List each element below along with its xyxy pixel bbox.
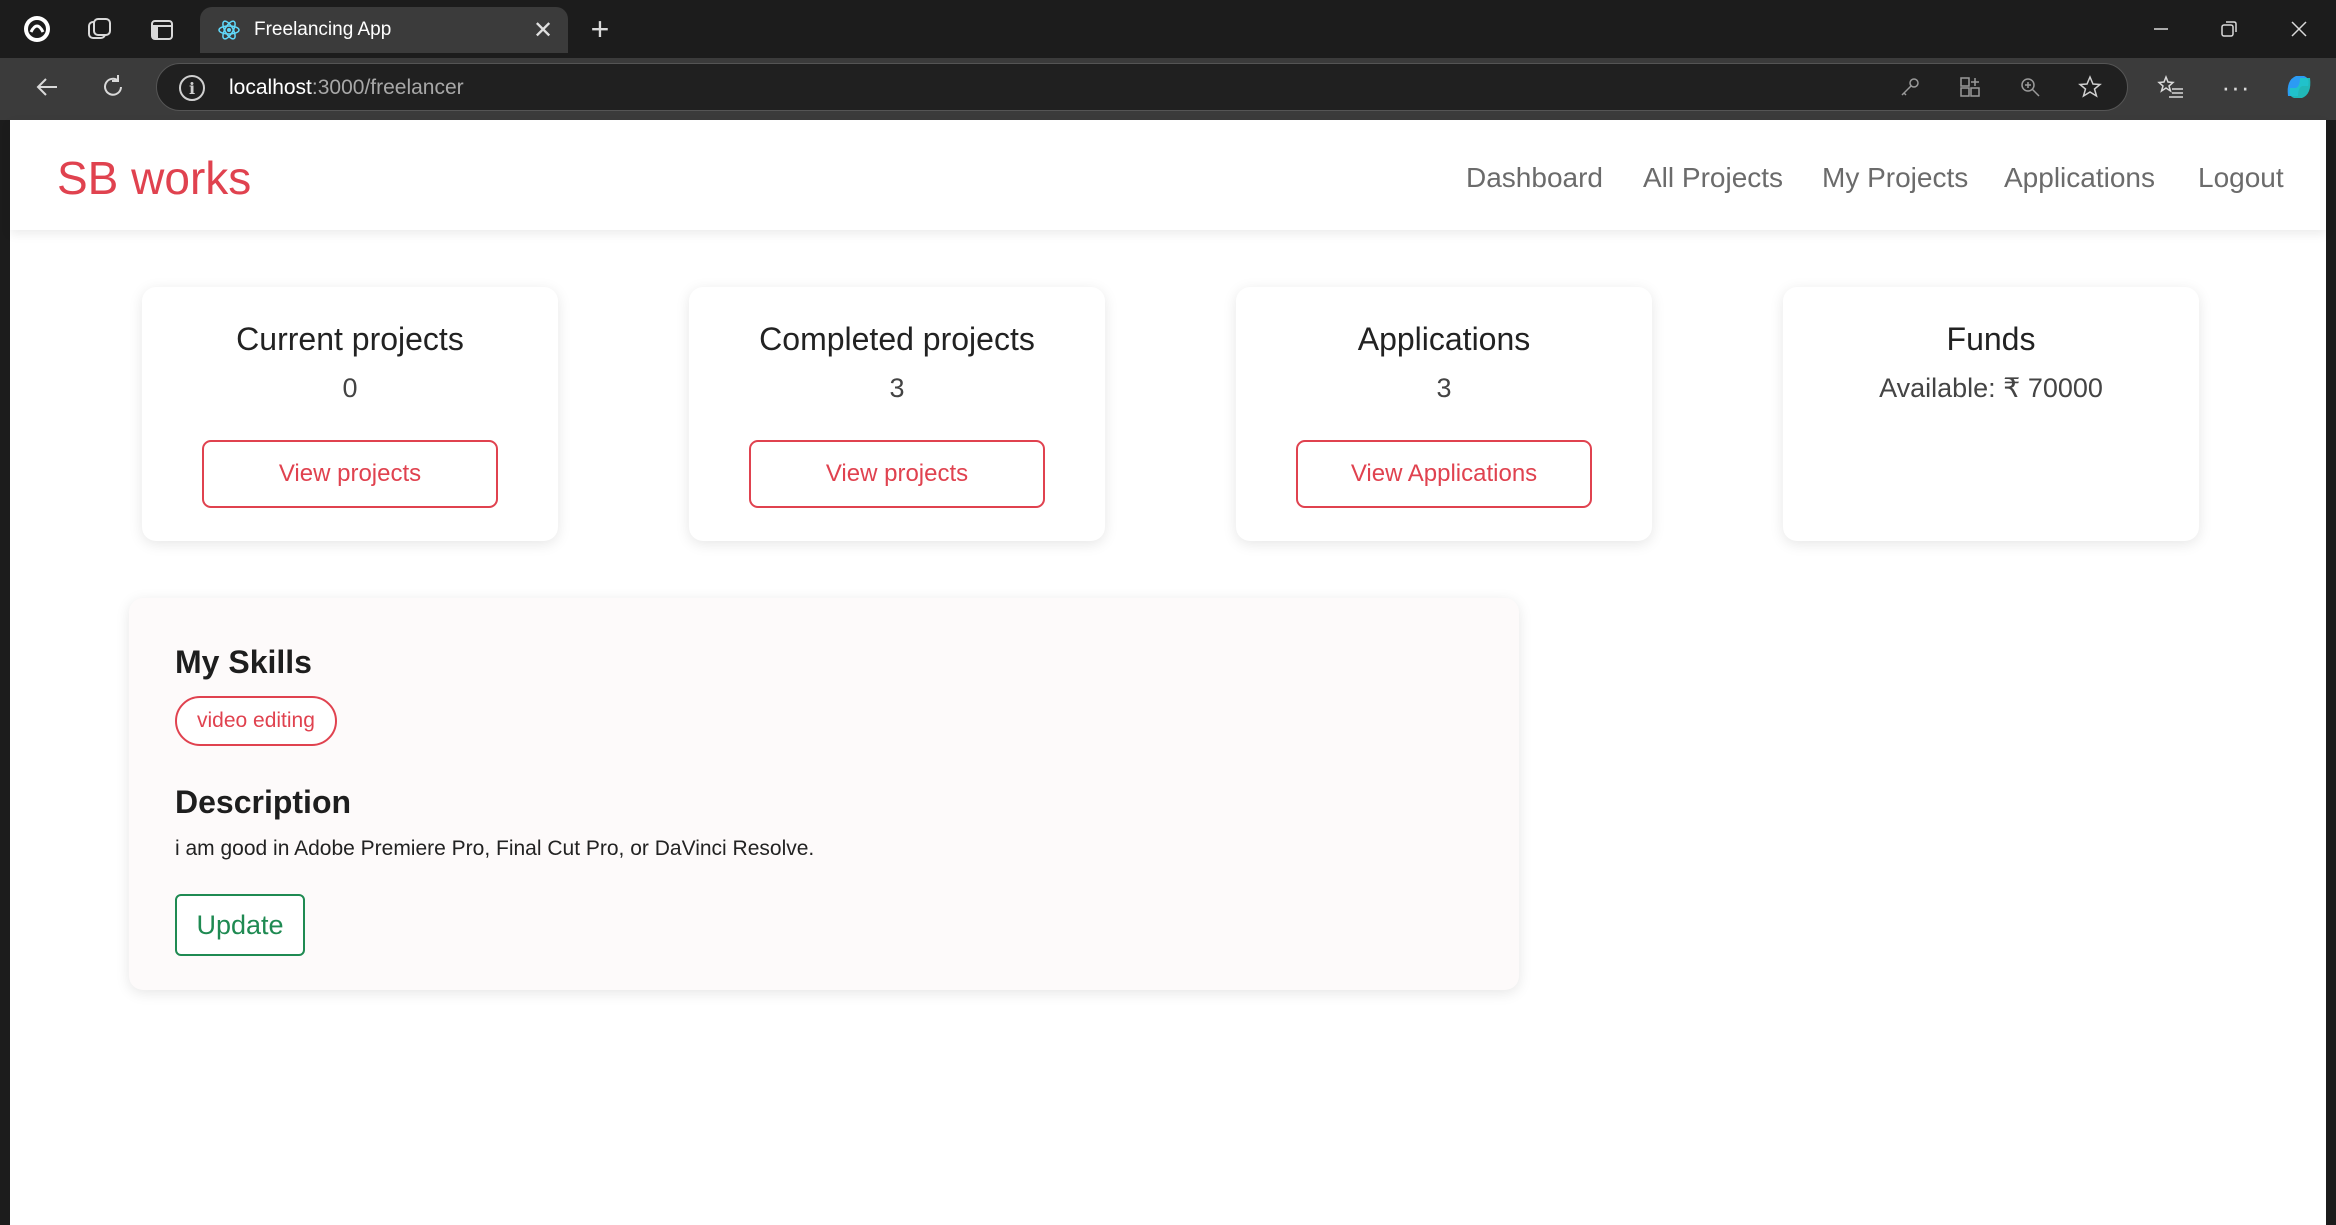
card-value: 0 — [342, 373, 358, 403]
favorites-list-icon[interactable] — [2154, 70, 2188, 104]
view-applications-button[interactable]: View Applications — [1296, 440, 1592, 508]
navbar: SB works Dashboard All Projects My Proje… — [10, 120, 2326, 230]
nav-all-projects[interactable]: All Projects — [1643, 160, 1783, 196]
sidebar-icon[interactable] — [145, 13, 179, 47]
window-border-right — [2326, 120, 2336, 1225]
nav-dashboard[interactable]: Dashboard — [1466, 160, 1603, 196]
funds-available: Available: ₹ 70000 — [1879, 373, 2103, 403]
react-icon — [216, 17, 242, 43]
refresh-icon[interactable] — [96, 70, 130, 104]
update-button[interactable]: Update — [175, 894, 305, 956]
nav-my-projects[interactable]: My Projects — [1822, 160, 1968, 196]
browser-chrome: Freelancing App ✕ + i localhost:3000/fre… — [0, 0, 2336, 120]
window-border-left — [0, 120, 10, 1225]
card-title: Funds — [1946, 321, 2036, 357]
address-path: :3000/freelancer — [311, 76, 464, 99]
collections-icon[interactable] — [82, 13, 116, 47]
key-icon[interactable] — [1893, 70, 1927, 104]
card-title: Applications — [1357, 321, 1531, 357]
back-icon[interactable] — [30, 70, 64, 104]
restore-icon[interactable] — [2212, 12, 2246, 46]
skill-chip: video editing — [175, 696, 337, 746]
profile-panel: My Skills video editing Description i am… — [129, 598, 1519, 990]
zoom-icon[interactable] — [2013, 70, 2047, 104]
card-value: 3 — [1436, 373, 1452, 403]
page-content: SB works Dashboard All Projects My Proje… — [10, 120, 2326, 1225]
favorite-star-icon[interactable] — [2073, 70, 2107, 104]
new-tab-icon[interactable]: + — [583, 12, 617, 46]
tab-freelancing-app[interactable]: Freelancing App ✕ — [200, 7, 568, 53]
address-url[interactable]: localhost:3000/freelancer — [229, 75, 464, 101]
address-bar[interactable]: i localhost:3000/freelancer — [156, 63, 2128, 111]
tab-bar: Freelancing App ✕ + — [0, 0, 2336, 58]
current-projects-card: Current projects 0 View projects — [142, 287, 558, 541]
view-current-projects-button[interactable]: View projects — [202, 440, 498, 508]
description-text: i am good in Adobe Premiere Pro, Final C… — [175, 837, 815, 860]
description-heading: Description — [175, 784, 352, 820]
funds-card: Funds Available: ₹ 70000 — [1783, 287, 2199, 541]
copilot-icon[interactable] — [2282, 70, 2316, 104]
card-value: 3 — [889, 373, 905, 403]
minimize-icon[interactable] — [2144, 12, 2178, 46]
card-title: Completed projects — [759, 321, 1035, 357]
apps-icon[interactable] — [1953, 70, 1987, 104]
card-title: Current projects — [236, 321, 464, 357]
tab-title: Freelancing App — [254, 19, 392, 40]
nav-logout[interactable]: Logout — [2198, 160, 2284, 196]
applications-card: Applications 3 View Applications — [1236, 287, 1652, 541]
more-icon[interactable]: ··· — [2219, 70, 2253, 104]
profile-icon[interactable] — [20, 12, 54, 46]
window-close-icon[interactable] — [2282, 12, 2316, 46]
brand-logo[interactable]: SB works — [57, 150, 251, 206]
completed-projects-card: Completed projects 3 View projects — [689, 287, 1105, 541]
close-icon[interactable]: ✕ — [528, 15, 558, 45]
skills-heading: My Skills — [175, 644, 312, 680]
nav-applications[interactable]: Applications — [2004, 160, 2155, 196]
address-host: localhost — [229, 76, 312, 99]
info-icon[interactable]: i — [179, 75, 205, 101]
view-completed-projects-button[interactable]: View projects — [749, 440, 1045, 508]
browser-toolbar: i localhost:3000/freelancer ··· — [0, 58, 2336, 120]
